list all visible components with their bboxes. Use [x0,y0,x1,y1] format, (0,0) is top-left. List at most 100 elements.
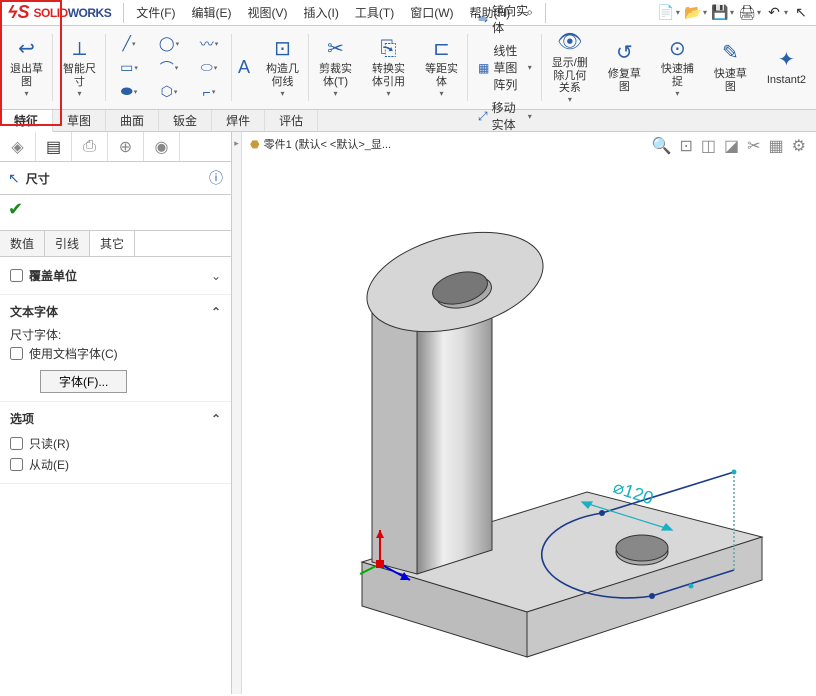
polygon-tool[interactable]: ⬡ [152,81,186,103]
tab-weldment[interactable]: 焊件 [212,110,265,131]
use-doc-font-checkbox[interactable] [10,347,23,360]
collapse-arrow-icon: ▸ [234,138,239,149]
panel-title: 尺寸 [26,170,209,187]
move-entities-button[interactable]: ⤢ 移动实体 ▾ [474,97,536,135]
qat-undo-button[interactable]: ↶ [763,2,790,24]
repair-label: 修复草 图 [608,68,641,93]
qat-open-button[interactable]: 📂 [682,2,709,24]
rapid-icon: ✎ [718,42,742,66]
exit-sketch-icon: ↩ [15,37,39,61]
relations-label: 显示/删 除几何 关系 [552,57,588,95]
text-font-chevron-icon[interactable]: ⌃ [211,305,221,319]
linear-pattern-button[interactable]: ▦ 线性草图阵列 ▾ [474,40,536,95]
panel-collapse-handle[interactable]: ▸ [232,132,242,694]
undo-icon: ↶ [765,4,783,22]
smart-dimension-button[interactable]: ⟂ 智能尺 寸 [59,35,100,99]
ellipse-tool[interactable]: ⬭ [192,57,226,79]
convert-label: 转换实 体引用 [372,63,405,88]
snap-label: 快速捕 捉 [661,63,694,88]
menu-insert[interactable]: 插入(I) [296,0,347,25]
rapid-label: 快速草 图 [714,68,747,93]
driven-checkbox[interactable] [10,458,23,471]
print-icon: 🖨 [738,4,756,22]
panel-help-icon[interactable]: ⓘ [209,168,223,188]
save-icon: 💾 [711,4,729,22]
convert-icon: ⎘ [377,37,401,61]
construction-label: 构造几 何线 [266,63,299,88]
move-label: 移动实体 [492,99,524,133]
new-file-icon: 📄 [657,4,675,22]
repair-icon: ↺ [612,42,636,66]
pattern-icon: ▦ [478,61,489,75]
instant2d-button[interactable]: ✦ Instant2 [763,46,810,89]
tree-tab-config[interactable]: ⎙ [72,132,108,161]
tree-tab-display[interactable]: ◉ [144,132,180,161]
smart-dimension-icon: ⟂ [68,37,92,61]
display-relations-button[interactable]: 👁 显示/删 除几何 关系 [548,29,592,106]
tab-surface[interactable]: 曲面 [106,110,159,131]
fillet-tool[interactable]: ⌐ [192,81,226,103]
options-heading: 选项 [10,410,34,427]
snap-icon: ⊙ [665,37,689,61]
qat-new-button[interactable]: 📄 [655,2,682,24]
tab-evaluate[interactable]: 评估 [265,110,318,131]
tab-sheet-metal[interactable]: 钣金 [159,110,212,131]
text-font-heading: 文本字体 [10,303,58,320]
text-tool[interactable]: A [238,57,250,78]
exit-sketch-button[interactable]: ↩ 退出草 图 [6,35,47,99]
offset-icon: ⊏ [430,37,454,61]
logo-solid-text: SOLID [34,6,68,20]
rapid-sketch-button[interactable]: ✎ 快速草 图 [710,40,751,95]
menu-window[interactable]: 窗口(W) [402,0,461,25]
cursor-icon: ↖ [792,4,810,22]
override-units-chevron-icon[interactable]: ⌄ [211,269,221,283]
slot-tool[interactable]: ⬬ [112,81,146,103]
tab-sketch[interactable]: 草图 [53,110,106,131]
spline-tool[interactable]: 〰 [192,33,226,55]
override-units-checkbox[interactable] [10,269,23,282]
logo-works-text: WORKS [68,6,112,20]
instant-label: Instant2 [767,74,806,87]
model-viewport[interactable]: ⌀120 [242,132,816,694]
smart-dimension-label: 智能尺 寸 [63,63,96,88]
qat-print-button[interactable]: 🖨 [736,2,763,24]
subtab-other[interactable]: 其它 [90,231,135,256]
subtab-leader[interactable]: 引线 [45,231,90,256]
options-chevron-icon[interactable]: ⌃ [211,412,221,426]
convert-entities-button[interactable]: ⎘ 转换实 体引用 [368,35,409,99]
mirror-label: 镜向实体 [492,2,532,36]
font-button[interactable]: 字体(F)... [40,370,127,393]
arc-tool[interactable]: ⌒ [152,57,186,79]
tree-tab-feature[interactable]: ◈ [0,132,36,161]
construction-geometry-button[interactable]: ⊡ 构造几 何线 [262,35,303,99]
driven-label: 从动(E) [29,456,69,473]
offset-label: 等距实 体 [425,63,458,88]
logo-swirl-icon: ϟS [8,2,30,23]
dimension-panel-icon: ↖ [8,170,20,187]
menu-file[interactable]: 文件(F) [128,0,183,25]
instant-icon: ✦ [774,48,798,72]
readonly-checkbox[interactable] [10,437,23,450]
rectangle-tool[interactable]: ▭ [112,57,146,79]
mirror-entities-button[interactable]: ⇋ 镜向实体 [474,0,536,38]
ok-button[interactable]: ✔ [8,199,23,219]
tree-tab-property[interactable]: ▤ [36,132,72,161]
repair-sketch-button[interactable]: ↺ 修复草 图 [604,40,645,95]
tree-tab-dimexpert[interactable]: ⊕ [108,132,144,161]
menu-view[interactable]: 视图(V) [240,0,296,25]
trim-button[interactable]: ✂ 剪裁实 体(T) [315,35,356,99]
open-icon: 📂 [684,4,702,22]
line-tool[interactable]: ╱ [112,33,146,55]
menu-edit[interactable]: 编辑(E) [184,0,240,25]
circle-tool[interactable]: ◯ [152,33,186,55]
qat-save-button[interactable]: 💾 [709,2,736,24]
offset-entities-button[interactable]: ⊏ 等距实 体 [421,35,462,99]
tab-feature[interactable]: 特征 [0,110,53,132]
qat-select-button[interactable]: ↖ [790,2,812,24]
menu-tools[interactable]: 工具(T) [347,0,402,25]
quick-snap-button[interactable]: ⊙ 快速捕 捉 [657,35,698,99]
pattern-label: 线性草图阵列 [493,42,523,93]
construction-icon: ⊡ [271,37,295,61]
subtab-value[interactable]: 数值 [0,231,45,256]
readonly-label: 只读(R) [29,435,70,452]
